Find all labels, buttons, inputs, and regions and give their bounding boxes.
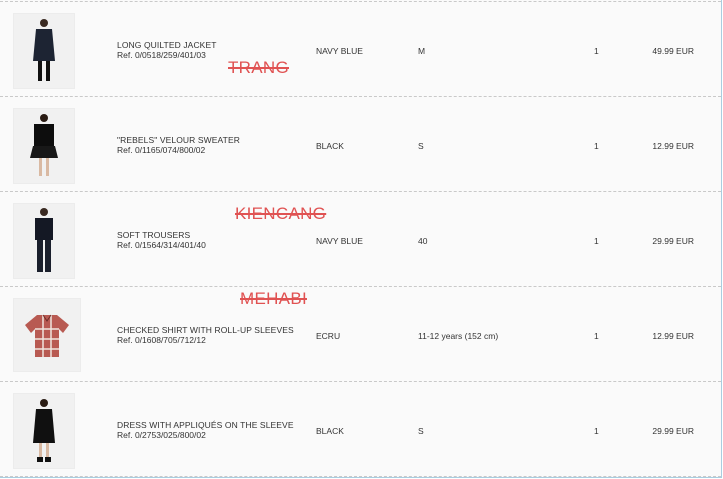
product-quantity: 1 xyxy=(594,426,599,436)
row-divider xyxy=(0,476,721,477)
trousers-figure-icon xyxy=(35,208,53,272)
cart-items-panel: LONG QUILTED JACKET Ref. 0/0518/259/401/… xyxy=(0,0,722,478)
product-color: NAVY BLUE xyxy=(316,236,363,246)
product-size: 40 xyxy=(418,236,428,246)
dress-figure-icon xyxy=(33,399,55,462)
product-thumbnail-jacket[interactable] xyxy=(13,13,75,89)
product-thumbnail-sweater[interactable] xyxy=(13,108,75,184)
product-price: 49.99 EUR xyxy=(652,46,694,56)
product-color: BLACK xyxy=(316,426,344,436)
product-thumbnail-dress[interactable] xyxy=(13,393,75,469)
product-size: S xyxy=(418,426,424,436)
cart-item-row: SOFT TROUSERS Ref. 0/1564/314/401/40 NAV… xyxy=(0,192,721,287)
cart-item-row: "REBELS" VELOUR SWEATER Ref. 0/1165/074/… xyxy=(0,97,721,192)
product-quantity: 1 xyxy=(594,46,599,56)
product-ref: Ref. 0/0518/259/401/03 xyxy=(117,50,206,60)
handwritten-stamp: MEHABI xyxy=(240,289,307,308)
sweater-figure-icon xyxy=(30,114,58,176)
product-thumbnail-trousers[interactable] xyxy=(13,203,75,279)
product-size: S xyxy=(418,141,424,151)
product-ref: Ref. 0/1608/705/712/12 xyxy=(117,335,206,345)
product-price: 29.99 EUR xyxy=(652,426,694,436)
product-name[interactable]: SOFT TROUSERS xyxy=(117,230,190,240)
product-size: M xyxy=(418,46,426,56)
product-price: 29.99 EUR xyxy=(652,236,694,246)
product-quantity: 1 xyxy=(594,236,599,246)
product-ref: Ref. 0/2753/025/800/02 xyxy=(117,430,206,440)
product-color: ECRU xyxy=(316,331,341,341)
cart-item-row: DRESS WITH APPLIQUÉS ON THE SLEEVE Ref. … xyxy=(0,382,721,477)
checked-shirt-icon xyxy=(25,314,69,357)
cart-item-row: CHECKED SHIRT WITH ROLL-UP SLEEVES Ref. … xyxy=(0,287,721,382)
product-name[interactable]: LONG QUILTED JACKET xyxy=(117,40,217,50)
product-quantity: 1 xyxy=(594,331,599,341)
product-name[interactable]: DRESS WITH APPLIQUÉS ON THE SLEEVE xyxy=(117,420,294,430)
product-quantity: 1 xyxy=(594,141,599,151)
product-color: BLACK xyxy=(316,141,344,151)
product-price: 12.99 EUR xyxy=(652,331,694,341)
product-size: 11-12 years (152 cm) xyxy=(418,331,499,341)
product-ref: Ref. 0/1165/074/800/02 xyxy=(117,145,206,155)
product-name[interactable]: "REBELS" VELOUR SWEATER xyxy=(117,135,240,145)
jacket-figure-icon xyxy=(33,19,55,81)
product-name[interactable]: CHECKED SHIRT WITH ROLL-UP SLEEVES xyxy=(117,325,294,335)
product-price: 12.99 EUR xyxy=(652,141,694,151)
product-ref: Ref. 0/1564/314/401/40 xyxy=(117,240,206,250)
cart-item-row: LONG QUILTED JACKET Ref. 0/0518/259/401/… xyxy=(0,2,721,97)
handwritten-stamp: KIENCANG xyxy=(235,204,327,223)
handwritten-stamp: TRANG xyxy=(228,58,289,77)
product-thumbnail-shirt[interactable] xyxy=(13,298,81,372)
product-color: NAVY BLUE xyxy=(316,46,363,56)
